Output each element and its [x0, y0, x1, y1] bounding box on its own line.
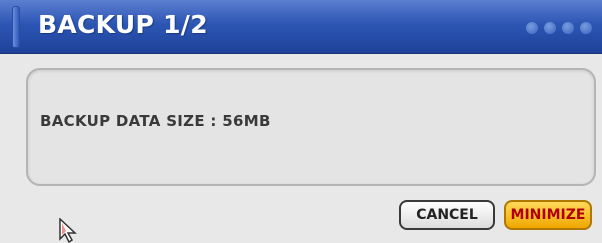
dot-icon — [580, 22, 592, 34]
titlebar-dots — [526, 22, 592, 34]
dot-icon — [562, 22, 574, 34]
cancel-button[interactable]: CANCEL — [399, 200, 495, 230]
backup-size-message: BACKUP DATA SIZE : 56MB — [40, 112, 271, 130]
dot-icon — [526, 22, 538, 34]
backup-dialog: BACKUP 1/2 BACKUP DATA SIZE : 56MB CANCE… — [0, 0, 602, 243]
dialog-titlebar: BACKUP 1/2 — [0, 0, 602, 54]
message-panel: BACKUP DATA SIZE : 56MB — [26, 68, 596, 186]
minimize-button[interactable]: MINIMIZE — [504, 200, 592, 230]
dot-icon — [544, 22, 556, 34]
titlebar-grip — [12, 6, 20, 48]
dialog-title: BACKUP 1/2 — [38, 10, 208, 39]
mouse-pointer-icon — [59, 218, 77, 243]
